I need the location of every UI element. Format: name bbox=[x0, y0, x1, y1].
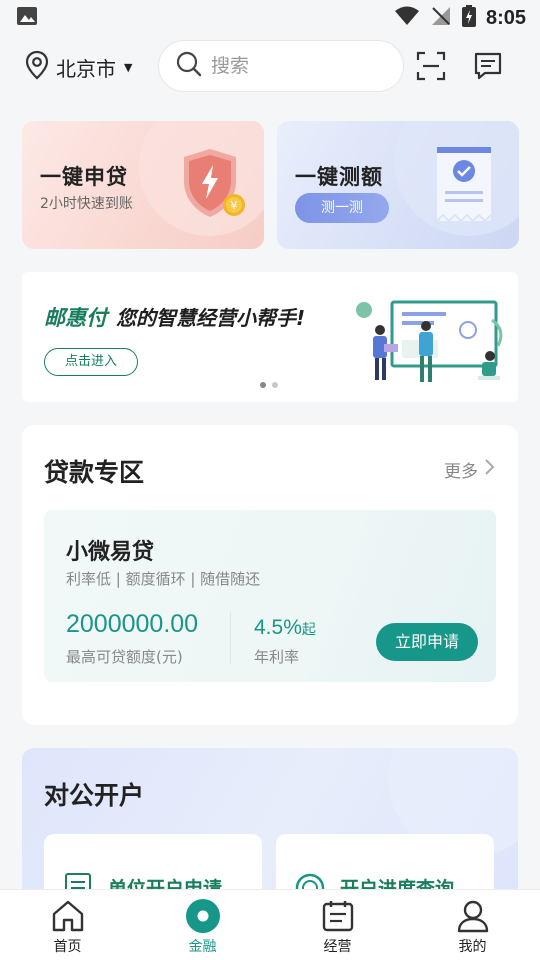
wifi-icon bbox=[394, 6, 420, 30]
banner-illustration bbox=[340, 284, 510, 396]
nav-item-business[interactable]: 经营 bbox=[270, 890, 405, 960]
search-input[interactable] bbox=[211, 55, 381, 77]
quick-quota-card[interactable]: 一键测额 测一测 bbox=[277, 121, 519, 249]
city-name: 北京市 bbox=[56, 56, 116, 81]
product-amount: 2000000.00 bbox=[66, 610, 199, 638]
nav-label-home: 首页 bbox=[53, 939, 82, 955]
top-header: 北京市 ▼ bbox=[0, 38, 540, 94]
search-bar[interactable] bbox=[158, 40, 404, 92]
finance-icon bbox=[185, 898, 221, 934]
shield-lightning-icon: ¥ bbox=[180, 147, 250, 227]
product-rate-label: 年利率 bbox=[254, 648, 300, 666]
nav-label-finance: 金融 bbox=[188, 939, 217, 955]
loan-product-card[interactable]: 小微易贷 利率低 | 额度循环 | 随借随还 2000000.00 最高可贷额度… bbox=[44, 510, 496, 682]
battery-charging-icon bbox=[461, 5, 476, 31]
measure-button[interactable]: 测一测 bbox=[295, 193, 389, 223]
product-rate: 4.5%起 bbox=[254, 616, 316, 640]
message-icon[interactable] bbox=[472, 50, 504, 82]
rate-value: 4.5% bbox=[254, 616, 302, 639]
more-label: 更多 bbox=[444, 462, 478, 482]
product-tags: 利率低 | 额度循环 | 随借随还 bbox=[66, 570, 261, 588]
quick-loan-subtitle: 2小时快速到账 bbox=[40, 196, 133, 212]
nav-label-business: 经营 bbox=[323, 939, 352, 955]
chevron-right-icon bbox=[484, 458, 496, 481]
rate-suffix: 起 bbox=[301, 621, 316, 637]
apply-now-button[interactable]: 立即申请 bbox=[376, 623, 478, 661]
product-name: 小微易贷 bbox=[66, 540, 155, 565]
promo-banner[interactable]: 邮惠付 您的智慧经营小帮手! 点击进入 bbox=[22, 272, 518, 402]
loan-section: 贷款专区 更多 小微易贷 利率低 | 额度循环 | 随借随还 2000000.0… bbox=[22, 425, 518, 725]
nav-label-profile: 我的 bbox=[458, 939, 487, 955]
corp-section-title: 对公开户 bbox=[44, 781, 145, 810]
bottom-nav: 首页 金融 经营 我的 bbox=[0, 889, 540, 960]
quick-loan-title: 一键申贷 bbox=[40, 165, 128, 189]
svg-text:¥: ¥ bbox=[231, 199, 238, 212]
banner-slogan: 您的智慧经营小帮手! bbox=[116, 306, 306, 330]
banner-enter-button[interactable]: 点击进入 bbox=[44, 348, 138, 376]
quick-loan-card[interactable]: 一键申贷 2小时快速到账 ¥ bbox=[22, 121, 264, 249]
banner-brand: 邮惠付 bbox=[44, 306, 107, 330]
gallery-notification-icon bbox=[16, 6, 38, 30]
status-time: 8:05 bbox=[485, 6, 526, 29]
no-signal-icon bbox=[430, 5, 452, 31]
business-icon bbox=[320, 898, 356, 934]
home-icon bbox=[50, 898, 86, 934]
more-link[interactable]: 更多 bbox=[444, 457, 496, 482]
status-bar: 8:05 bbox=[0, 0, 540, 36]
pagination-dot-active[interactable] bbox=[260, 382, 266, 388]
loan-section-title: 贷款专区 bbox=[44, 458, 145, 487]
divider bbox=[230, 612, 231, 664]
city-selector[interactable]: 北京市 ▼ bbox=[24, 50, 132, 84]
nav-item-finance[interactable]: 金融 bbox=[135, 890, 270, 960]
nav-item-home[interactable]: 首页 bbox=[0, 890, 135, 960]
nav-item-profile[interactable]: 我的 bbox=[405, 890, 540, 960]
search-icon bbox=[175, 50, 203, 82]
banner-pagination bbox=[260, 382, 278, 388]
product-amount-label: 最高可贷额度(元) bbox=[66, 648, 183, 666]
caret-down-icon: ▼ bbox=[124, 60, 133, 74]
scan-icon[interactable] bbox=[415, 50, 447, 82]
document-check-icon bbox=[433, 145, 495, 229]
profile-icon bbox=[455, 898, 491, 934]
quick-quota-title: 一键测额 bbox=[295, 165, 383, 189]
pagination-dot[interactable] bbox=[272, 382, 278, 388]
location-pin-icon bbox=[24, 50, 50, 84]
